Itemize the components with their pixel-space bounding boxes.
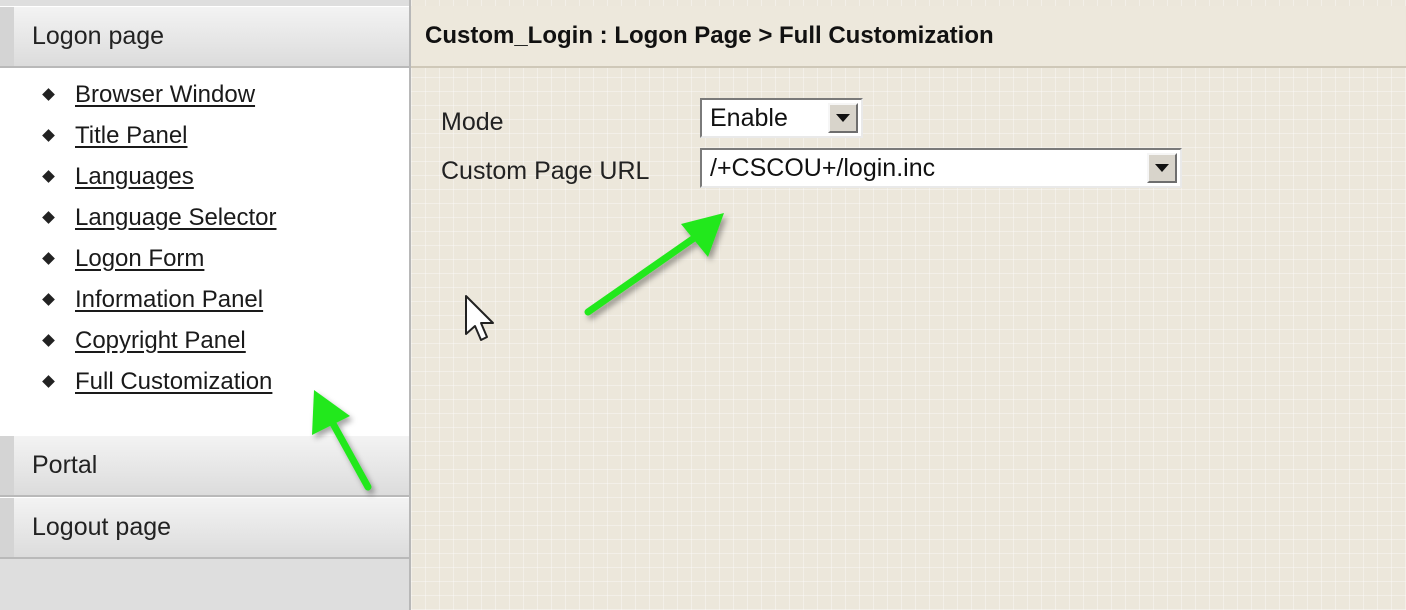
logon-page-links: Browser Window Title Panel Languages Lan… <box>40 74 277 402</box>
link-title-panel[interactable]: Title Panel <box>75 122 188 150</box>
main-panel: Custom_Login : Logon Page > Full Customi… <box>411 0 1406 610</box>
link-copyright-panel[interactable]: Copyright Panel <box>75 327 246 355</box>
link-language-selector[interactable]: Language Selector <box>75 204 277 232</box>
link-languages[interactable]: Languages <box>75 163 194 191</box>
mode-select-value: Enable <box>710 103 788 132</box>
list-item: Title Panel <box>40 115 277 156</box>
asdm-customization-editor: Logon page Browser Window Title Panel La… <box>0 0 1406 610</box>
nav-section-portal[interactable]: Portal <box>0 435 409 497</box>
link-information-panel[interactable]: Information Panel <box>75 286 263 314</box>
page-title-text: Custom_Login : Logon Page > Full Customi… <box>425 22 994 49</box>
page-title: Custom_Login : Logon Page > Full Customi… <box>411 6 1406 68</box>
list-item: Browser Window <box>40 74 277 115</box>
nav-section-label: Logon page <box>32 22 165 50</box>
chevron-down-icon <box>836 114 850 122</box>
link-logon-form[interactable]: Logon Form <box>75 245 204 273</box>
list-item: Full Customization <box>40 361 277 402</box>
bullet-icon <box>42 170 55 183</box>
logon-page-link-panel: Browser Window Title Panel Languages Lan… <box>0 68 409 435</box>
bullet-icon <box>42 375 55 388</box>
link-browser-window[interactable]: Browser Window <box>75 81 255 109</box>
bullet-icon <box>42 293 55 306</box>
nav-section-label: Portal <box>32 451 98 479</box>
bullet-icon <box>42 252 55 265</box>
bullet-icon <box>42 334 55 347</box>
custom-page-url-label: Custom Page URL <box>441 157 650 185</box>
sidebar: Logon page Browser Window Title Panel La… <box>0 0 411 610</box>
list-item: Copyright Panel <box>40 320 277 361</box>
mode-select[interactable]: Enable <box>700 98 863 138</box>
mode-dropdown-button[interactable] <box>828 103 858 133</box>
mode-label: Mode <box>441 108 504 136</box>
list-item: Language Selector <box>40 197 277 238</box>
custom-page-url-value: /+CSCOU+/login.inc <box>710 153 936 182</box>
chevron-down-icon <box>1155 164 1169 172</box>
nav-section-logon-page[interactable]: Logon page <box>0 6 409 68</box>
custom-page-url-select[interactable]: /+CSCOU+/login.inc <box>700 148 1182 188</box>
nav-section-label: Logout page <box>32 513 172 541</box>
list-item: Languages <box>40 156 277 197</box>
list-item: Information Panel <box>40 279 277 320</box>
bullet-icon <box>42 129 55 142</box>
bullet-icon <box>42 211 55 224</box>
nav-section-logout-page[interactable]: Logout page <box>0 497 409 559</box>
list-item: Logon Form <box>40 238 277 279</box>
link-full-customization[interactable]: Full Customization <box>75 368 272 396</box>
custom-page-url-dropdown-button[interactable] <box>1147 153 1177 183</box>
bullet-icon <box>42 88 55 101</box>
